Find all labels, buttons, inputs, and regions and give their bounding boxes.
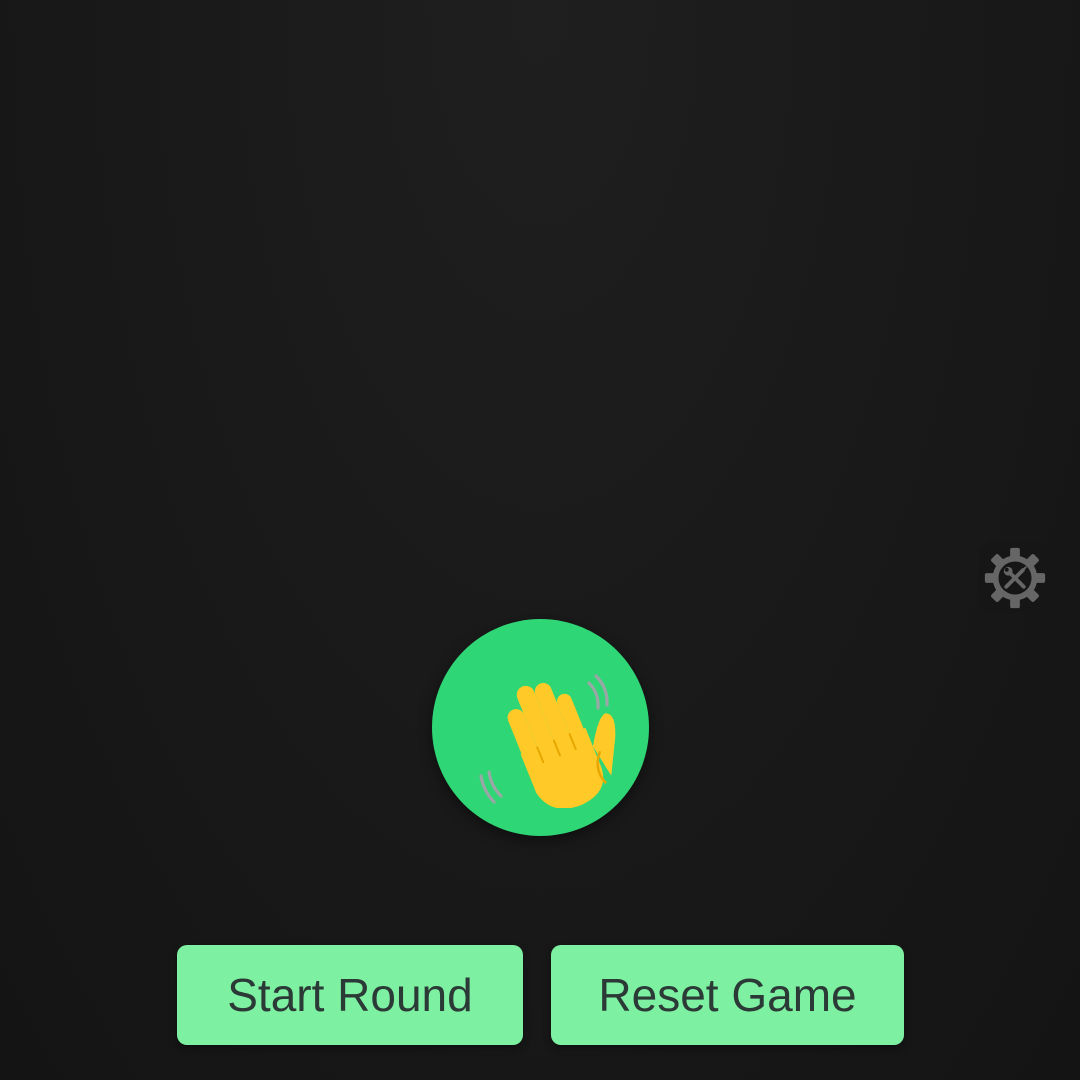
wave-button[interactable] bbox=[432, 619, 649, 836]
game-screen: Start Round Reset Game bbox=[0, 0, 1080, 1080]
reset-game-button[interactable]: Reset Game bbox=[551, 945, 904, 1045]
settings-tools-gear-icon bbox=[984, 547, 1046, 609]
settings-button[interactable] bbox=[979, 542, 1051, 614]
start-round-button[interactable]: Start Round bbox=[177, 945, 523, 1045]
waving-hand-icon bbox=[478, 673, 615, 808]
